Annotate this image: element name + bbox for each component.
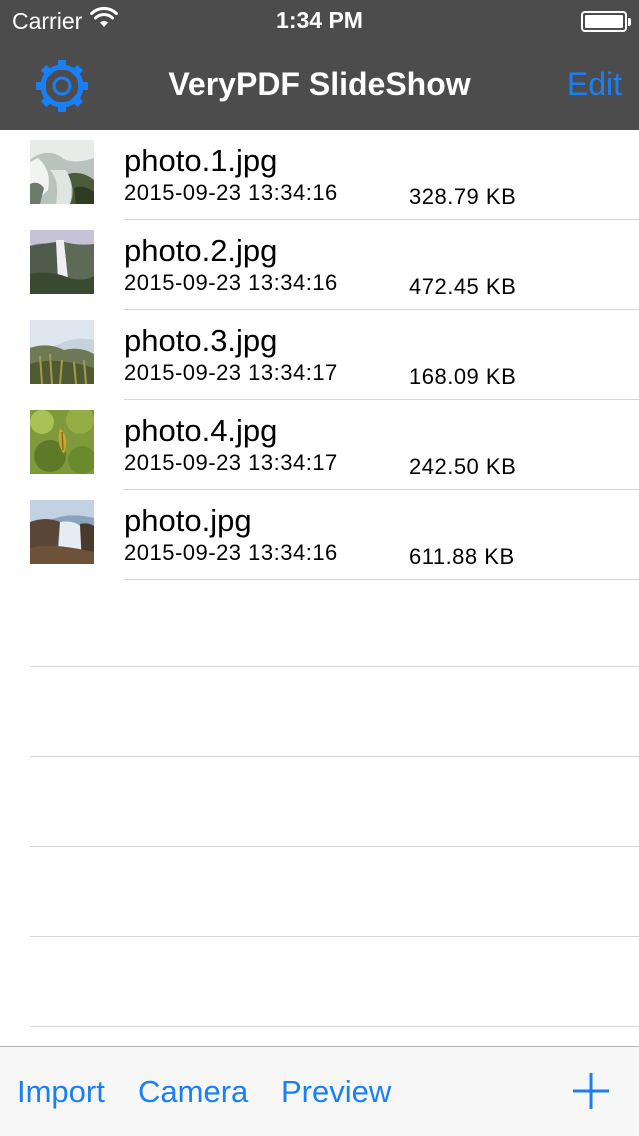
- file-name: photo.1.jpg: [124, 143, 278, 178]
- file-date: 2015-09-23 13:34:17: [124, 360, 338, 385]
- file-name: photo.4.jpg: [124, 413, 278, 448]
- thumbnail-image: [30, 410, 94, 474]
- file-size: 242.50 KB: [409, 454, 517, 479]
- list-item[interactable]: photo.4.jpg 2015-09-23 13:34:17 242.50 K…: [0, 400, 639, 490]
- list-item[interactable]: photo.2.jpg 2015-09-23 13:34:16 472.45 K…: [0, 220, 639, 310]
- camera-button[interactable]: Camera: [138, 1074, 248, 1110]
- file-size: 328.79 KB: [409, 184, 517, 209]
- battery-icon: [581, 11, 631, 32]
- navigation-bar: VeryPDF SlideShow Edit: [0, 42, 639, 130]
- thumbnail-image: [30, 500, 94, 564]
- empty-row-separator: [30, 666, 639, 667]
- file-date: 2015-09-23 13:34:17: [124, 450, 338, 475]
- plus-icon: [573, 1073, 609, 1109]
- file-list: photo.1.jpg 2015-09-23 13:34:16 328.79 K…: [0, 130, 639, 580]
- file-name: photo.3.jpg: [124, 323, 278, 358]
- bottom-toolbar: Import Camera Preview: [0, 1046, 639, 1136]
- file-date: 2015-09-23 13:34:16: [124, 270, 338, 295]
- file-name: photo.jpg: [124, 503, 252, 538]
- thumbnail-image: [30, 230, 94, 294]
- empty-row-separator: [30, 756, 639, 757]
- empty-row-separator: [30, 936, 639, 937]
- file-size: 168.09 KB: [409, 364, 517, 389]
- thumbnail-image: [30, 320, 94, 384]
- list-item[interactable]: photo.jpg 2015-09-23 13:34:16 611.88 KB: [0, 490, 639, 580]
- status-time: 1:34 PM: [276, 7, 363, 33]
- file-size: 472.45 KB: [409, 274, 517, 299]
- file-size: 611.88 KB: [409, 544, 515, 569]
- list-item[interactable]: photo.1.jpg 2015-09-23 13:34:16 328.79 K…: [0, 130, 639, 220]
- list-item[interactable]: photo.3.jpg 2015-09-23 13:34:17 168.09 K…: [0, 310, 639, 400]
- page-title: VeryPDF SlideShow: [168, 66, 471, 102]
- import-button[interactable]: Import: [17, 1074, 105, 1110]
- file-date: 2015-09-23 13:34:16: [124, 180, 338, 205]
- add-button[interactable]: [573, 1073, 609, 1109]
- status-bar: Carrier 1:34 PM: [0, 0, 639, 42]
- empty-row-separator: [30, 846, 639, 847]
- file-date: 2015-09-23 13:34:16: [124, 540, 338, 565]
- empty-row-separator: [30, 1026, 639, 1027]
- thumbnail-image: [30, 140, 94, 204]
- edit-button[interactable]: Edit: [567, 66, 622, 103]
- preview-button[interactable]: Preview: [281, 1074, 391, 1110]
- file-name: photo.2.jpg: [124, 233, 278, 268]
